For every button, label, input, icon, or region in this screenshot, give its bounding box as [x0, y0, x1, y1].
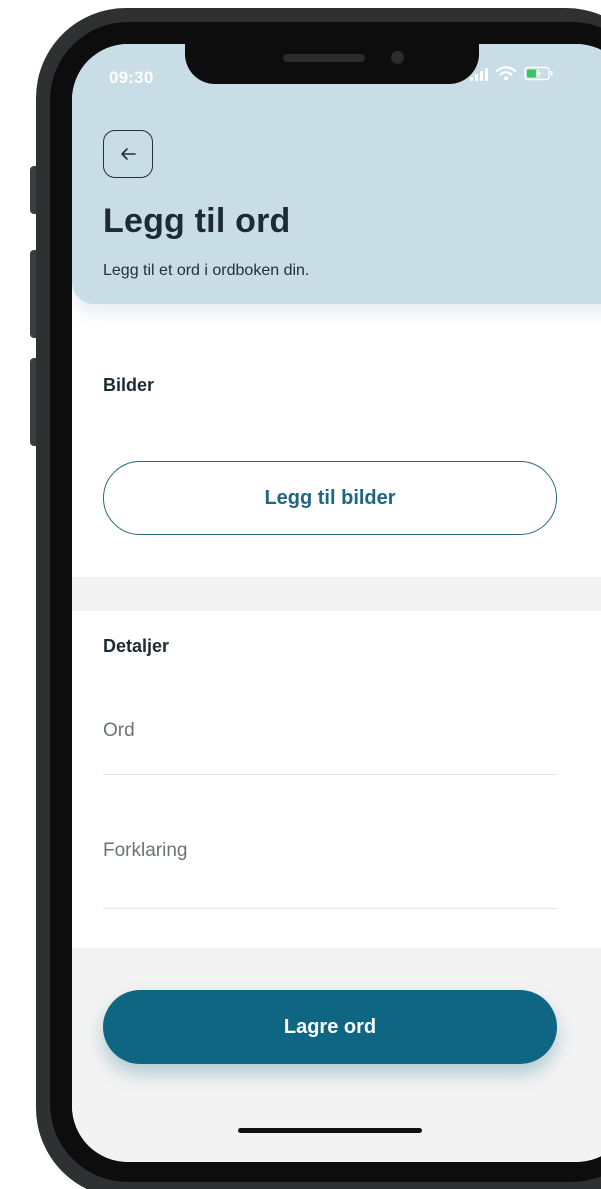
speaker-grille [283, 54, 365, 62]
page-title: Legg til ord [103, 202, 291, 240]
explanation-field [103, 840, 557, 909]
front-camera [391, 51, 404, 64]
page-subtitle: Legg til et ord i ordboken din. [103, 262, 310, 279]
status-time: 09:30 [109, 68, 154, 87]
add-images-button[interactable]: Legg til bilder [103, 461, 557, 535]
word-input[interactable] [103, 720, 557, 742]
arrow-left-icon [121, 148, 136, 160]
images-section-label: Bilder [103, 375, 155, 395]
section-divider [72, 577, 601, 611]
wifi-icon [496, 66, 516, 81]
app-screen: 09:30 Legg til ord Legg til et ord i ord… [72, 44, 601, 1162]
battery-charging-icon [524, 66, 554, 81]
phone-mockup-canvas: 09:30 Legg til ord Legg til et ord i ord… [0, 0, 601, 1189]
header: 09:30 Legg til ord Legg til et ord i ord… [72, 44, 601, 304]
status-icons [470, 66, 554, 81]
home-indicator[interactable] [238, 1128, 422, 1133]
explanation-input[interactable] [103, 840, 557, 862]
back-button[interactable] [103, 130, 153, 178]
details-section-label: Detaljer [103, 636, 170, 656]
save-word-button[interactable]: Lagre ord [103, 990, 557, 1064]
word-field [103, 720, 557, 775]
camera-notch [185, 44, 479, 84]
